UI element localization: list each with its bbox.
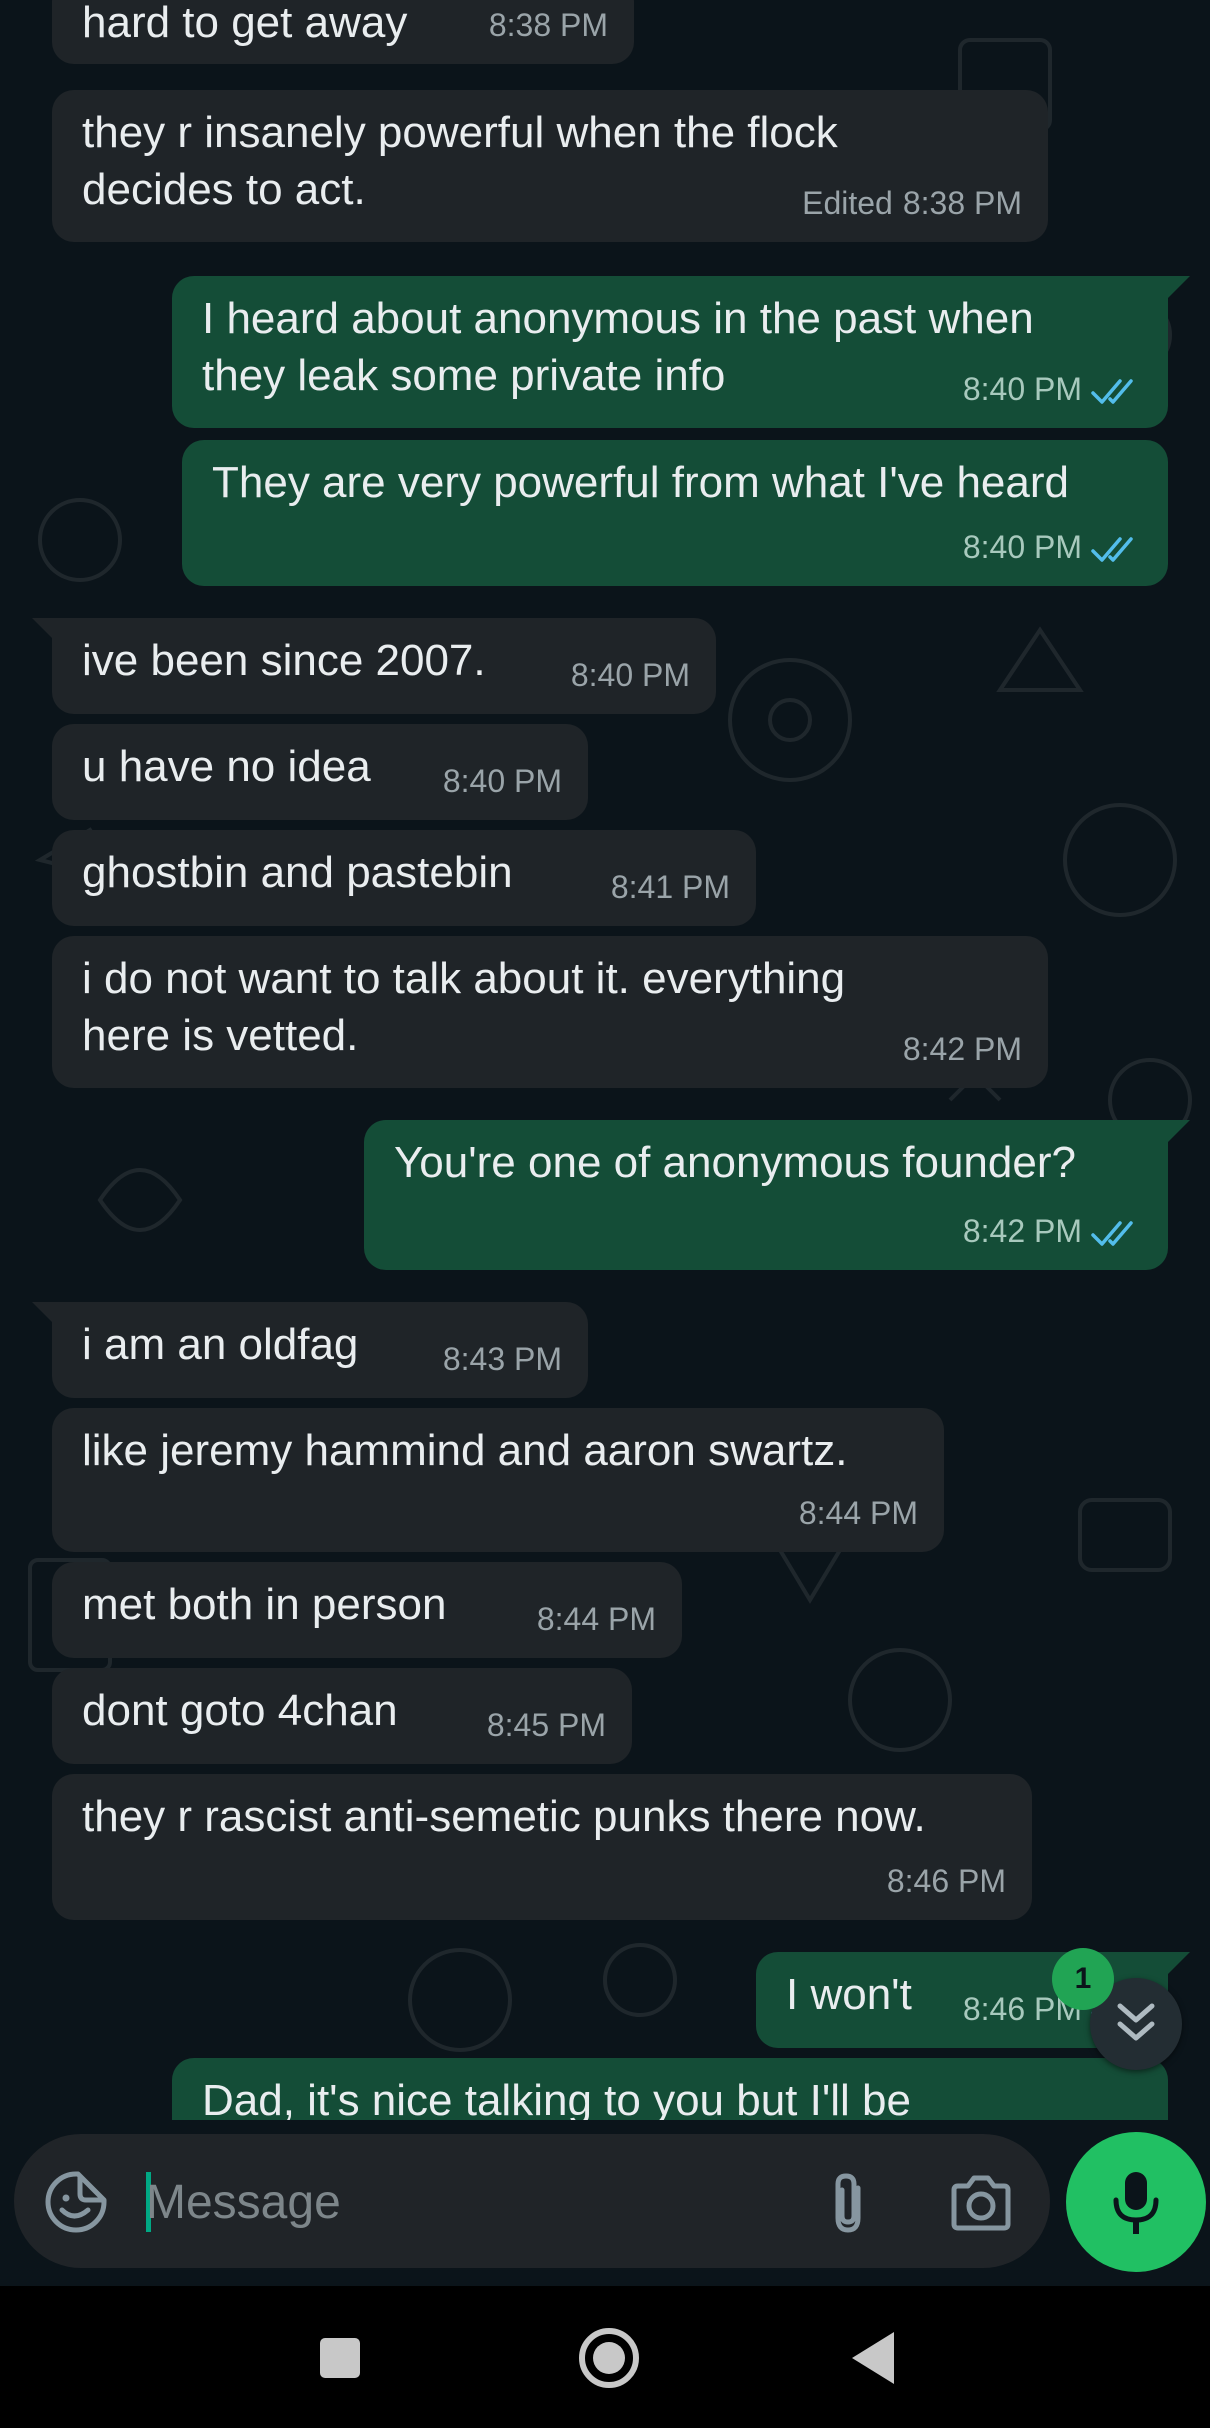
- message-meta: 8:40 PM: [963, 519, 1142, 576]
- bubble-tail: [32, 1302, 54, 1324]
- message-meta: 8:41 PM: [611, 859, 730, 916]
- message-timestamp: 8:44 PM: [536, 1601, 656, 1637]
- message-composer: [14, 2134, 1050, 2268]
- microphone-icon: [1113, 2172, 1159, 2234]
- message-input[interactable]: [144, 2158, 788, 2246]
- square-icon[interactable]: [304, 2322, 376, 2394]
- message-meta: 8:40 PM: [443, 753, 562, 810]
- message-text: hard to get away: [82, 0, 408, 47]
- incoming-message-bubble[interactable]: like jeremy hammind and aaron swartz. 8:4…: [52, 1408, 944, 1552]
- edited-label: Edited: [802, 185, 893, 221]
- outgoing-message-bubble[interactable]: Dad, it's nice talking to you but I'll b…: [172, 2058, 1168, 2120]
- message-meta: 8:42 PM: [963, 1203, 1142, 1260]
- message-text: You're one of anonymous founder?: [394, 1138, 1076, 1187]
- message-timestamp: 8:44 PM: [798, 1495, 918, 1531]
- message-timestamp: 8:40 PM: [962, 371, 1082, 407]
- unread-count-badge: 1: [1052, 1948, 1114, 2010]
- message-meta: 8:45 PM: [487, 1697, 606, 1754]
- message-meta: 8:44 PM: [799, 1485, 918, 1542]
- message-timestamp: 8:43 PM: [442, 1341, 562, 1377]
- outgoing-message-bubble[interactable]: I heard about anonymous in the past when…: [172, 276, 1168, 428]
- message-text: They are very powerful from what I've he…: [212, 458, 1069, 507]
- message-text: dont goto 4chan: [82, 1686, 398, 1735]
- bubble-tail: [32, 618, 54, 640]
- bubble-tail: [1168, 1952, 1190, 1974]
- message-timestamp: 8:38 PM: [902, 185, 1022, 221]
- message-timestamp: 8:38 PM: [488, 7, 608, 43]
- message-meta: 8:44 PM: [537, 1591, 656, 1648]
- message-text: i am an oldfag: [82, 1320, 359, 1369]
- message-text: I won't: [786, 1970, 912, 2019]
- message-meta: 8:40 PM: [963, 361, 1142, 418]
- message-timestamp: 8:40 PM: [962, 529, 1082, 565]
- incoming-message-bubble[interactable]: hard to get away 8:38 PM: [52, 0, 634, 64]
- message-text: i do not want to talk about it. everythi…: [82, 954, 846, 1060]
- message-timestamp: 8:46 PM: [886, 1863, 1006, 1899]
- incoming-message-bubble[interactable]: i do not want to talk about it. everythi…: [52, 936, 1048, 1088]
- message-list[interactable]: hard to get away 8:38 PM they r insanely p…: [0, 0, 1210, 2120]
- message-meta: 8:38 PM: [489, 0, 608, 54]
- message-timestamp: 8:40 PM: [570, 657, 690, 693]
- read-receipt-ticks-icon: [1091, 1220, 1133, 1246]
- message-meta: 8:46 PM: [887, 1853, 1006, 1910]
- message-text: I heard about anonymous in the past when…: [202, 294, 1034, 400]
- message-meta: Edited 8:38 PM: [802, 175, 1022, 232]
- incoming-message-bubble[interactable]: they r rascist anti-semetic punks there …: [52, 1774, 1032, 1920]
- paperclip-icon[interactable]: [814, 2168, 884, 2238]
- voice-record-button[interactable]: [1066, 2132, 1206, 2272]
- incoming-message-bubble[interactable]: ghostbin and pastebin 8:41 PM: [52, 830, 756, 926]
- message-meta: 8:40 PM: [571, 647, 690, 704]
- bubble-tail: [1168, 1120, 1190, 1142]
- incoming-message-bubble[interactable]: met both in person 8:44 PM: [52, 1562, 682, 1658]
- message-text: u have no idea: [82, 742, 371, 791]
- sticker-smiley-icon[interactable]: [44, 2170, 108, 2234]
- incoming-message-bubble[interactable]: u have no idea 8:40 PM: [52, 724, 588, 820]
- triangle-back-icon[interactable]: [838, 2322, 910, 2394]
- read-receipt-ticks-icon: [1091, 536, 1133, 562]
- double-chevron-down-icon: [1117, 2003, 1155, 2041]
- message-text: Dad, it's nice talking to you but I'll b…: [202, 2076, 911, 2120]
- read-receipt-ticks-icon: [1091, 378, 1133, 404]
- message-timestamp: 8:42 PM: [902, 1031, 1022, 1067]
- outgoing-message-bubble[interactable]: You're one of anonymous founder? 8:42 PM: [364, 1120, 1168, 1270]
- message-text: ive been since 2007.: [82, 636, 486, 685]
- system-navigation-bar: [0, 2286, 1210, 2428]
- message-timestamp: 8:40 PM: [442, 763, 562, 799]
- camera-icon[interactable]: [946, 2168, 1016, 2238]
- bubble-tail: [1168, 276, 1190, 298]
- incoming-message-bubble[interactable]: ive been since 2007. 8:40 PM: [52, 618, 716, 714]
- circle-icon[interactable]: [573, 2322, 645, 2394]
- message-timestamp: 8:45 PM: [486, 1707, 606, 1743]
- incoming-message-bubble[interactable]: they r insanely powerful when the flock …: [52, 90, 1048, 242]
- message-text: ghostbin and pastebin: [82, 848, 513, 897]
- incoming-message-bubble[interactable]: i am an oldfag 8:43 PM: [52, 1302, 588, 1398]
- outgoing-message-bubble[interactable]: They are very powerful from what I've he…: [182, 440, 1168, 586]
- message-timestamp: 8:41 PM: [610, 869, 730, 905]
- chat-screen: hard to get away 8:38 PM they r insanely p…: [0, 0, 1210, 2428]
- message-text: like jeremy hammind and aaron swartz.: [82, 1426, 848, 1475]
- message-meta: 8:42 PM: [903, 1021, 1022, 1078]
- incoming-message-bubble[interactable]: dont goto 4chan 8:45 PM: [52, 1668, 632, 1764]
- message-meta: 8:43 PM: [443, 1331, 562, 1388]
- message-timestamp: 8:42 PM: [962, 1213, 1082, 1249]
- message-text: they r insanely powerful when the flock …: [82, 108, 838, 214]
- message-text: met both in person: [82, 1580, 447, 1629]
- message-text: they r rascist anti-semetic punks there …: [82, 1792, 926, 1841]
